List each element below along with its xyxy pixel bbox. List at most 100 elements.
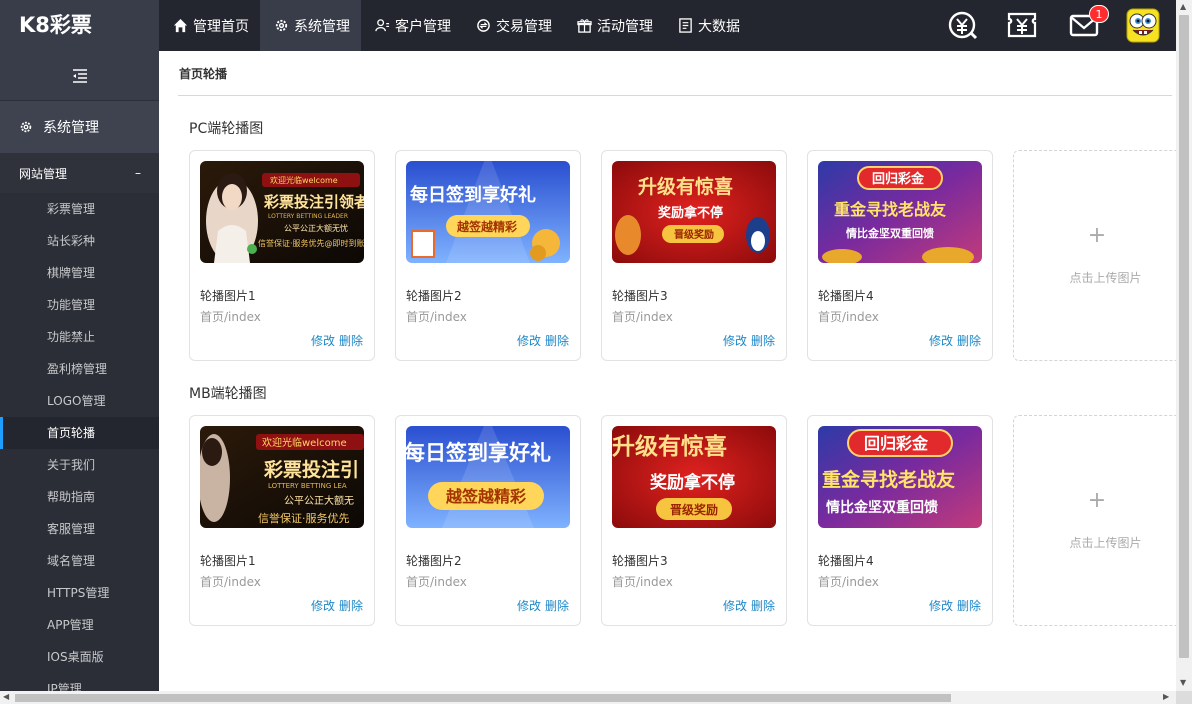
banner-thumbnail[interactable]: 回归彩金 重金寻找老战友 情比金坚双重回馈	[818, 426, 982, 528]
nav-item-bigdata[interactable]: 大数据	[664, 0, 751, 51]
banner-thumbnail[interactable]: 升级有惊喜 奖励拿不停 晋级奖励	[612, 426, 776, 528]
sidebar-collapse-button[interactable]	[0, 51, 159, 101]
banner-text: 欢迎光临welcome	[262, 436, 347, 449]
banner-text: 奖励拿不停	[650, 472, 735, 493]
report-icon	[678, 18, 693, 33]
sidebar-item-customer-service[interactable]: 客服管理	[0, 513, 159, 545]
banner-text: 晋级奖励	[670, 502, 718, 517]
nav-item-activity[interactable]: 活动管理	[563, 0, 664, 51]
sidebar-item-profit-board[interactable]: 盈利榜管理	[0, 353, 159, 385]
banner-text: 信誉保证·服务优先@即时到账	[258, 238, 364, 248]
sidebar-item-domain[interactable]: 域名管理	[0, 545, 159, 577]
banner-text: 欢迎光临welcome	[270, 175, 338, 185]
sidebar-group-label: 网站管理	[19, 166, 68, 181]
scrollbar-thumb[interactable]	[1179, 15, 1189, 658]
card-name: 轮播图片2	[406, 554, 462, 568]
nav-label: 管理首页	[193, 18, 249, 35]
card-name: 轮播图片3	[612, 554, 668, 568]
banner-text: 奖励拿不停	[658, 205, 723, 221]
sidebar-item-logo[interactable]: LOGO管理	[0, 385, 159, 417]
banner-text: 越签越精彩	[456, 219, 517, 234]
upload-image-button[interactable]: + 点击上传图片	[1013, 150, 1176, 361]
edit-link[interactable]: 修改	[723, 334, 747, 348]
nav-item-home[interactable]: 管理首页	[159, 0, 260, 51]
scroll-up-icon[interactable]: ▲	[1180, 2, 1186, 11]
recharge-icon[interactable]	[947, 9, 979, 41]
main-nav: 管理首页 系统管理 客户管理 交易管理 活动管理 大数据	[159, 0, 751, 51]
delete-link[interactable]: 删除	[545, 334, 569, 348]
sidebar-item-home-carousel[interactable]: 首页轮播	[0, 417, 159, 449]
sidebar-item-help[interactable]: 帮助指南	[0, 481, 159, 513]
upload-image-button[interactable]: + 点击上传图片	[1013, 415, 1176, 626]
scroll-right-icon[interactable]: ▶	[1163, 692, 1169, 701]
menu-collapse-icon	[72, 68, 87, 83]
nav-item-system[interactable]: 系统管理	[260, 0, 361, 51]
sidebar-item-https[interactable]: HTTPS管理	[0, 577, 159, 609]
sidebar-item-app[interactable]: APP管理	[0, 609, 159, 641]
banner-thumbnail[interactable]: 欢迎光临welcome 彩票投注引 LOTTERY BETTING LEA 公平…	[200, 426, 364, 528]
edit-link[interactable]: 修改	[517, 334, 541, 348]
nav-label: 交易管理	[496, 18, 552, 35]
sidebar-item-ios-desktop[interactable]: IOS桌面版	[0, 641, 159, 673]
card-path: 首页/index	[200, 575, 261, 589]
sidebar-system-label: 系统管理	[43, 120, 99, 136]
main-content: 首页轮播 PC端轮播图 欢迎光临welcome 彩票投注引领者 LOTTERY …	[159, 51, 1176, 691]
sidebar-item-chess[interactable]: 棋牌管理	[0, 257, 159, 289]
exchange-icon	[476, 18, 491, 33]
edit-link[interactable]: 修改	[311, 599, 335, 613]
app-logo[interactable]: K8彩票	[0, 0, 159, 51]
banner-text: 回归彩金	[872, 171, 925, 187]
banner-text: 公平公正大额无忧	[284, 223, 348, 233]
nav-item-customers[interactable]: 客户管理	[361, 0, 462, 51]
banner-thumbnail[interactable]: 升级有惊喜 奖励拿不停 晋级奖励	[612, 161, 776, 263]
delete-link[interactable]: 删除	[545, 599, 569, 613]
sidebar-group-site-management[interactable]: 网站管理 –	[0, 153, 159, 193]
card-actions: 修改 删除	[513, 597, 569, 614]
sidebar: 系统管理 网站管理 – 彩票管理 站长彩种 棋牌管理 功能管理 功能禁止 盈利榜…	[0, 51, 159, 691]
page-title: 首页轮播	[179, 67, 228, 81]
edit-link[interactable]: 修改	[929, 334, 953, 348]
collapse-toggle-icon[interactable]: –	[135, 166, 141, 180]
sidebar-item-feature-ban[interactable]: 功能禁止	[0, 321, 159, 353]
sidebar-item-about[interactable]: 关于我们	[0, 449, 159, 481]
sidebar-item-features[interactable]: 功能管理	[0, 289, 159, 321]
user-icon	[375, 18, 390, 33]
sidebar-system-management[interactable]: 系统管理	[0, 101, 159, 153]
banner-thumbnail[interactable]: 欢迎光临welcome 彩票投注引领者 LOTTERY BETTING LEAD…	[200, 161, 364, 263]
banner-thumbnail[interactable]: 每日签到享好礼 越签越精彩	[406, 161, 570, 263]
gear-icon	[20, 121, 32, 133]
delete-link[interactable]: 删除	[751, 599, 775, 613]
sidebar-item-lottery[interactable]: 彩票管理	[0, 193, 159, 225]
card-actions: 修改 删除	[925, 332, 981, 349]
horizontal-scrollbar[interactable]: ◀ ▶	[0, 691, 1176, 704]
sidebar-item-owner-lottery[interactable]: 站长彩种	[0, 225, 159, 257]
card-path: 首页/index	[818, 575, 879, 589]
edit-link[interactable]: 修改	[723, 599, 747, 613]
edit-link[interactable]: 修改	[517, 599, 541, 613]
card-actions: 修改 删除	[513, 332, 569, 349]
edit-link[interactable]: 修改	[929, 599, 953, 613]
scroll-left-icon[interactable]: ◀	[3, 692, 9, 701]
card-name: 轮播图片2	[406, 289, 462, 303]
scrollbar-thumb[interactable]	[15, 694, 951, 702]
banner-text: 公平公正大额无	[284, 494, 354, 507]
delete-link[interactable]: 删除	[339, 599, 363, 613]
nav-item-trade[interactable]: 交易管理	[462, 0, 563, 51]
edit-link[interactable]: 修改	[311, 334, 335, 348]
banner-thumbnail[interactable]: 每日签到享好礼 越签越精彩	[406, 426, 570, 528]
delete-link[interactable]: 删除	[957, 334, 981, 348]
avatar[interactable]	[1124, 6, 1162, 44]
card-path: 首页/index	[612, 575, 673, 589]
banner-text: 情比金坚双重回馈	[846, 226, 934, 240]
card-path: 首页/index	[406, 575, 467, 589]
sidebar-item-ip[interactable]: IP管理	[0, 673, 159, 691]
delete-link[interactable]: 删除	[751, 334, 775, 348]
delete-link[interactable]: 删除	[339, 334, 363, 348]
scroll-down-icon[interactable]: ▼	[1180, 678, 1186, 687]
vertical-scrollbar[interactable]: ▲ ▼	[1176, 0, 1192, 691]
withdraw-icon[interactable]	[1006, 9, 1038, 41]
section-title-pc: PC端轮播图	[189, 121, 264, 137]
delete-link[interactable]: 删除	[957, 599, 981, 613]
banner-thumbnail[interactable]: 回归彩金 重金寻找老战友 情比金坚双重回馈	[818, 161, 982, 263]
banner-text: 情比金坚双重回馈	[826, 499, 938, 516]
